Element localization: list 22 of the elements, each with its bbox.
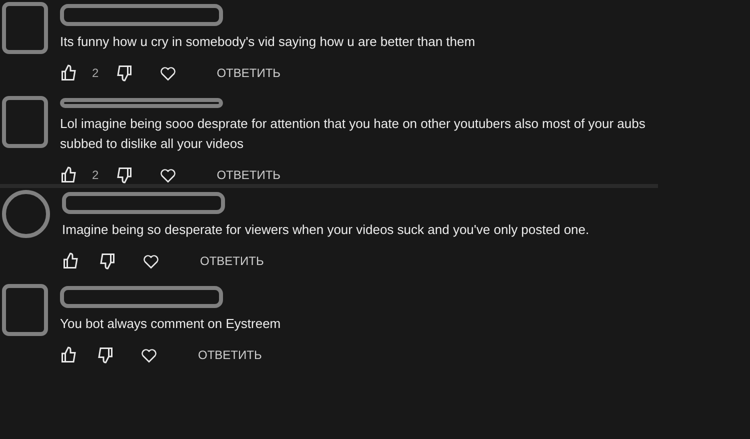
thumbs-up-icon[interactable] — [62, 252, 80, 270]
thumbs-down-icon[interactable] — [114, 64, 133, 82]
heart-icon[interactable] — [158, 166, 177, 184]
reply-button[interactable]: ОТВЕТИТЬ — [198, 348, 262, 362]
heart-icon[interactable] — [142, 252, 160, 270]
reply-button[interactable]: ОТВЕТИТЬ — [216, 168, 281, 182]
thumbs-down-icon[interactable] — [96, 346, 114, 364]
like-count: 2 — [92, 66, 99, 80]
thumbs-down-icon[interactable] — [98, 252, 116, 270]
comment-text: Imagine being so desperate for viewers when your videos suck and you've only posted one. — [62, 221, 590, 239]
thumbs-up-icon[interactable] — [60, 64, 78, 82]
reply-button[interactable]: ОТВЕТИТЬ — [200, 254, 264, 268]
comment-text: Its funny how u cry in somebody's vid saying how u are better than them — [60, 33, 476, 51]
comment-text: You bot always comment on Eystreem — [60, 315, 281, 333]
thumbs-up-icon[interactable] — [60, 166, 78, 184]
comment-text: Lol imagine being sooo desprate for attention that you hate on other youtubers also most of your aubs subbed to dislike all your videos — [60, 115, 646, 153]
heart-icon[interactable] — [158, 64, 177, 82]
thumbs-down-icon[interactable] — [114, 166, 133, 184]
reply-button[interactable]: ОТВЕТИТЬ — [216, 66, 281, 80]
like-count: 2 — [92, 168, 99, 182]
thumbs-up-icon[interactable] — [60, 346, 78, 364]
heart-icon[interactable] — [140, 346, 158, 364]
